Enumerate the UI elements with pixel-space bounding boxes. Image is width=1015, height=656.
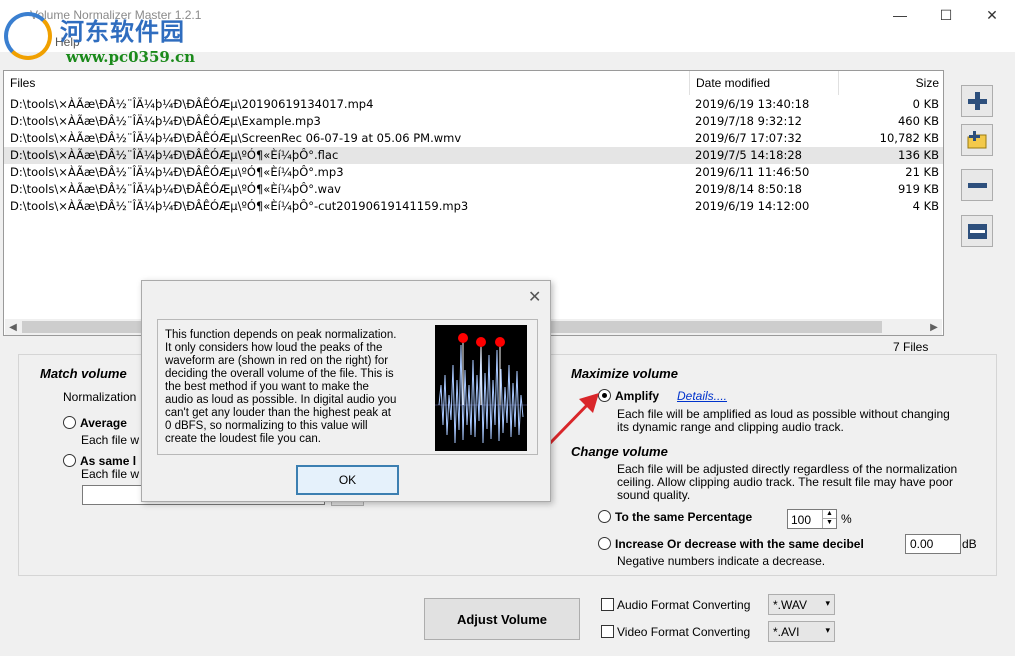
watermark-title: 河东软件园 xyxy=(60,18,185,46)
percentage-radio[interactable] xyxy=(598,510,611,523)
dialog-line: deciding the overall volume of the file.… xyxy=(165,368,394,380)
chevron-down-icon: ▾ xyxy=(825,625,830,635)
adjust-volume-button[interactable]: Adjust Volume xyxy=(424,598,580,640)
maximize-volume-heading: Maximize volume xyxy=(571,366,678,381)
dialog-line: This function depends on peak normalizat… xyxy=(165,329,397,341)
dialog-line: the best method if you want to make the xyxy=(165,381,369,393)
video-format-label: Video Format Converting xyxy=(617,625,751,639)
dialog-close-icon[interactable]: ✕ xyxy=(528,287,541,307)
decibel-radio[interactable] xyxy=(598,537,611,550)
file-path-cell: D:\tools\×ÀÃæ\ÐÂ½¨ÎÄ¼þ¼Ð\ÐÂÊÓÆµ\ºÓ¶«Èí¼þ… xyxy=(10,182,341,196)
video-format-checkbox[interactable] xyxy=(601,625,614,638)
add-file-button[interactable] xyxy=(961,85,993,117)
clear-icon xyxy=(968,224,987,239)
dialog-text: This function depends on peak normalizat… xyxy=(165,329,427,446)
table-row[interactable]: D:\tools\×ÀÃæ\ÐÂ½¨ÎÄ¼þ¼Ð\ÐÂÊÓÆµ\Example.… xyxy=(4,113,943,130)
size-cell: 919 KB xyxy=(897,182,939,196)
watermark-url: www.pc0359.cn xyxy=(66,48,196,66)
file-path-cell: D:\tools\×ÀÃæ\ÐÂ½¨ÎÄ¼þ¼Ð\ÐÂÊÓÆµ\Example.… xyxy=(10,114,321,128)
column-header-size[interactable]: Size xyxy=(839,71,943,95)
date-cell: 2019/6/7 17:07:32 xyxy=(695,131,802,145)
size-cell: 21 KB xyxy=(905,165,939,179)
file-path-cell: D:\tools\×ÀÃæ\ÐÂ½¨ÎÄ¼þ¼Ð\ÐÂÊÓÆµ\ºÓ¶«Èí¼þ… xyxy=(10,199,469,213)
spin-up-icon[interactable]: ▲ xyxy=(822,510,836,519)
audio-format-checkbox[interactable] xyxy=(601,598,614,611)
negative-note: Negative numbers indicate a decrease. xyxy=(617,554,826,568)
details-dialog: ✕ This function depends on peak normaliz… xyxy=(141,280,551,502)
db-unit: dB xyxy=(962,537,977,551)
size-cell: 4 KB xyxy=(912,199,939,213)
scroll-left-icon[interactable]: ◀ xyxy=(5,319,21,335)
column-header-date[interactable]: Date modified xyxy=(690,71,839,95)
dialog-content: This function depends on peak normalizat… xyxy=(157,319,538,455)
close-button[interactable]: ✕ xyxy=(969,0,1015,30)
table-row[interactable]: D:\tools\×ÀÃæ\ÐÂ½¨ÎÄ¼þ¼Ð\ÐÂÊÓÆµ\ScreenRe… xyxy=(4,130,943,147)
column-header-files[interactable]: Files xyxy=(4,71,690,95)
folder-add-icon xyxy=(967,131,987,149)
video-format-value: *.AVI xyxy=(773,625,800,639)
date-cell: 2019/6/11 11:46:50 xyxy=(695,165,810,179)
decibel-input[interactable]: 0.00 xyxy=(905,534,961,554)
clear-list-button[interactable] xyxy=(961,215,993,247)
size-cell: 0 KB xyxy=(912,97,939,111)
table-row[interactable]: D:\tools\×ÀÃæ\ÐÂ½¨ÎÄ¼þ¼Ð\ÐÂÊÓÆµ\ºÓ¶«Èí¼þ… xyxy=(4,164,943,181)
as-same-radio[interactable] xyxy=(63,454,76,467)
percentage-stepper[interactable]: 100 ▲ ▼ xyxy=(787,509,837,529)
change-desc-line3: sound quality. xyxy=(617,488,691,502)
plus-icon xyxy=(968,92,987,110)
percent-unit: % xyxy=(841,512,852,526)
watermark-logo-icon xyxy=(4,12,52,60)
minus-icon xyxy=(968,183,987,188)
size-cell: 10,782 KB xyxy=(879,131,939,145)
average-desc: Each file w xyxy=(81,433,140,447)
decibel-label: Increase Or decrease with the same decib… xyxy=(615,537,864,551)
dialog-line: audio as loud as possible. In digital au… xyxy=(165,394,397,406)
date-cell: 2019/6/19 14:12:00 xyxy=(695,199,810,213)
date-cell: 2019/8/14 8:50:18 xyxy=(695,182,802,196)
date-cell: 2019/7/5 14:18:28 xyxy=(695,148,802,162)
table-row[interactable]: D:\tools\×ÀÃæ\ÐÂ½¨ÎÄ¼þ¼Ð\ÐÂÊÓÆµ\20190619… xyxy=(4,96,943,113)
spin-down-icon[interactable]: ▼ xyxy=(822,519,836,528)
maximize-button[interactable]: ☐ xyxy=(923,0,969,30)
size-cell: 460 KB xyxy=(897,114,939,128)
scroll-right-icon[interactable]: ▶ xyxy=(926,319,942,335)
file-path-cell: D:\tools\×ÀÃæ\ÐÂ½¨ÎÄ¼þ¼Ð\ÐÂÊÓÆµ\20190619… xyxy=(10,97,374,111)
ok-button[interactable]: OK xyxy=(296,465,399,495)
dialog-line: create the loudest file you can. xyxy=(165,433,321,445)
add-folder-button[interactable] xyxy=(961,124,993,156)
amplify-desc-line2: its dynamic range and clipping audio tra… xyxy=(617,420,844,434)
amplify-label: Amplify xyxy=(615,389,660,403)
file-count: 7 Files xyxy=(893,340,929,354)
as-same-label: As same l xyxy=(80,454,137,468)
size-cell: 136 KB xyxy=(897,148,939,162)
file-path-cell: D:\tools\×ÀÃæ\ÐÂ½¨ÎÄ¼þ¼Ð\ÐÂÊÓÆµ\ºÓ¶«Èí¼þ… xyxy=(10,148,339,162)
video-format-select[interactable]: *.AVI ▾ xyxy=(768,621,835,642)
dialog-line: can't get any louder than the highest pe… xyxy=(165,407,391,419)
normalization-label: Normalization xyxy=(63,390,137,404)
table-row[interactable]: D:\tools\×ÀÃæ\ÐÂ½¨ÎÄ¼þ¼Ð\ÐÂÊÓÆµ\ºÓ¶«Èí¼þ… xyxy=(4,181,943,198)
average-label: Average xyxy=(80,416,127,430)
dialog-line: It only considers how loud the peaks of … xyxy=(165,342,383,354)
percentage-value: 100 xyxy=(791,513,812,527)
details-link[interactable]: Details.... xyxy=(677,389,727,403)
file-path-cell: D:\tools\×ÀÃæ\ÐÂ½¨ÎÄ¼þ¼Ð\ÐÂÊÓÆµ\ScreenRe… xyxy=(10,131,462,145)
match-volume-heading: Match volume xyxy=(40,366,127,381)
waveform-image xyxy=(435,325,527,451)
chevron-down-icon: ▾ xyxy=(825,598,830,608)
audio-format-value: *.WAV xyxy=(773,598,808,612)
audio-format-label: Audio Format Converting xyxy=(617,598,751,612)
file-path-cell: D:\tools\×ÀÃæ\ÐÂ½¨ÎÄ¼þ¼Ð\ÐÂÊÓÆµ\ºÓ¶«Èí¼þ… xyxy=(10,165,344,179)
percentage-label: To the same Percentage xyxy=(615,510,753,524)
date-cell: 2019/7/18 9:32:12 xyxy=(695,114,802,128)
dialog-line: waveform are (shown in red on the right)… xyxy=(165,355,389,367)
dialog-line: 0 dBFS, so normalizing to this value wil… xyxy=(165,420,368,432)
table-row[interactable]: D:\tools\×ÀÃæ\ÐÂ½¨ÎÄ¼þ¼Ð\ÐÂÊÓÆµ\ºÓ¶«Èí¼þ… xyxy=(4,147,943,164)
date-cell: 2019/6/19 13:40:18 xyxy=(695,97,810,111)
average-radio[interactable] xyxy=(63,416,76,429)
table-row[interactable]: D:\tools\×ÀÃæ\ÐÂ½¨ÎÄ¼þ¼Ð\ÐÂÊÓÆµ\ºÓ¶«Èí¼þ… xyxy=(4,198,943,215)
minimize-button[interactable]: — xyxy=(877,0,923,30)
audio-format-select[interactable]: *.WAV ▾ xyxy=(768,594,835,615)
remove-file-button[interactable] xyxy=(961,169,993,201)
as-same-desc: Each file w xyxy=(81,467,140,481)
